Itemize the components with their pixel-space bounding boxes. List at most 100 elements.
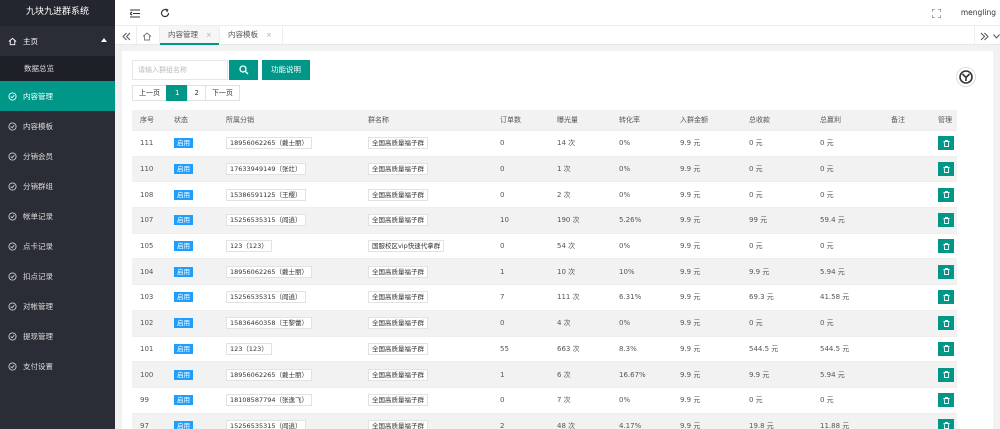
cell-value: 全国高质量福子群: [368, 137, 428, 150]
cell-value: 0: [500, 139, 505, 148]
refresh-icon[interactable]: [159, 7, 171, 19]
cell-profit: 59.4 元: [820, 208, 845, 233]
header-cell: 转化率: [619, 116, 640, 124]
delete-button[interactable]: [938, 187, 954, 202]
close-icon[interactable]: ×: [266, 31, 272, 39]
page-1-button[interactable]: 1: [166, 85, 189, 101]
sidebar-item-payment-settings[interactable]: 支付设置: [0, 351, 115, 381]
cell-dist: 15256535315（阎逍）: [226, 414, 306, 429]
tab-content-template[interactable]: 内容模板 ×: [220, 26, 282, 45]
cell-value: 18956062265（戴士丽）: [226, 137, 312, 150]
collapse-menu-icon[interactable]: [129, 7, 141, 19]
close-icon[interactable]: ×: [206, 31, 212, 39]
delete-button[interactable]: [938, 418, 954, 429]
check-circle-icon: [8, 91, 17, 101]
sidebar-item-deduct-records[interactable]: 扣点记录: [0, 261, 115, 291]
tab-content-manage[interactable]: 内容管理 ×: [160, 26, 219, 45]
cell-dist: 15836460358（王黎蕾）: [226, 311, 312, 336]
cell-id: 103: [140, 285, 153, 310]
cell-value: 14 次: [557, 139, 576, 148]
chevron-down-icon[interactable]: [992, 30, 1000, 42]
page-2-button[interactable]: 2: [187, 85, 206, 101]
check-circle-icon: [8, 331, 17, 341]
cell-value: 9.9 元: [680, 190, 701, 199]
sidebar-item-card-records[interactable]: 点卡记录: [0, 231, 115, 261]
cell-views: 2 次: [557, 182, 571, 207]
sidebar-item-home[interactable]: 主页: [0, 26, 115, 56]
cell-value: 9.9 元: [680, 216, 701, 225]
cell-value: 544.5 元: [749, 344, 779, 353]
cell-income: 69.3 元: [749, 285, 774, 310]
cell-status: 启用: [174, 311, 193, 336]
sidebar-item-label: 提现管理: [23, 331, 53, 341]
trash-icon: [943, 345, 949, 353]
cell-orders: 2: [500, 414, 504, 429]
prev-page-button[interactable]: 上一页: [132, 85, 167, 101]
delete-button[interactable]: [938, 367, 954, 382]
sidebar-item-withdraw[interactable]: 提现管理: [0, 321, 115, 351]
help-button[interactable]: 功能说明: [262, 60, 310, 80]
cell-views: 54 次: [557, 234, 575, 259]
home-icon: [8, 37, 17, 46]
cell-value: 123（123）: [226, 240, 272, 253]
cell-manage: [938, 182, 954, 207]
cell-group: 全国高质量福子群: [368, 388, 428, 413]
search-input[interactable]: 请输入群组名称: [132, 60, 228, 80]
check-circle-icon: [8, 211, 17, 221]
table-row: 103 启用 15256535315（阎逍） 全国高质量福子群 7 111 次 6.31% 9…: [132, 285, 957, 311]
cell-value: 99 元: [749, 216, 768, 225]
cell-orders: 0: [500, 234, 504, 259]
search-button[interactable]: [229, 60, 258, 80]
sidebar-item-overview[interactable]: 数据总览: [0, 56, 115, 81]
sidebar-item-reconcile[interactable]: 对帐管理: [0, 291, 115, 321]
cell-rate: 0%: [619, 388, 630, 413]
cell-value: 0%: [619, 139, 631, 148]
double-chevron-right-icon[interactable]: [978, 30, 990, 42]
status-badge: 启用: [174, 318, 193, 329]
cell-value: 10: [500, 216, 509, 225]
user-menu[interactable]: mengling: [961, 8, 996, 17]
delete-button[interactable]: [938, 213, 954, 228]
delete-button[interactable]: [938, 290, 954, 305]
cell-group: 全国高质量福子群: [368, 285, 428, 310]
delete-button[interactable]: [938, 393, 954, 408]
cell-value: 1: [500, 267, 505, 276]
tab-label: 内容模板: [228, 30, 258, 39]
delete-button[interactable]: [938, 136, 954, 151]
sidebar-item-bills[interactable]: 帐单记录: [0, 201, 115, 231]
cell-price: 9.9 元: [680, 285, 700, 310]
fullscreen-icon[interactable]: [930, 7, 942, 19]
sidebar-item-label: 分销会员: [23, 151, 53, 161]
brand-logo-icon: [956, 67, 976, 87]
double-chevron-left-icon[interactable]: [120, 30, 132, 42]
cell-value: 16.67%: [619, 370, 646, 379]
cell-value: 104: [140, 267, 154, 276]
sidebar-item-content-template[interactable]: 内容模板: [0, 111, 115, 141]
delete-button[interactable]: [938, 162, 954, 177]
status-badge: 启用: [174, 266, 193, 277]
header-cell: 所属分销: [226, 116, 254, 124]
status-badge: 启用: [174, 215, 193, 226]
cell-value: 190 次: [557, 216, 580, 225]
cell-value: 18108587794（张逸飞）: [226, 394, 312, 407]
delete-button[interactable]: [938, 239, 954, 254]
sidebar-item-content-manage[interactable]: 内容管理: [0, 81, 115, 111]
cell-price: 9.9 元: [680, 131, 700, 156]
home-tab-icon[interactable]: [141, 30, 153, 42]
delete-button[interactable]: [938, 264, 954, 279]
sidebar-item-members[interactable]: 分销会员: [0, 141, 115, 171]
search-icon: [238, 65, 248, 75]
delete-button[interactable]: [938, 316, 954, 331]
cell-group: 全国高质量福子群: [368, 414, 428, 429]
cell-price: 9.9 元: [680, 311, 700, 336]
next-page-button[interactable]: 下一页: [204, 85, 240, 101]
trash-icon: [943, 268, 949, 276]
cell-status: 启用: [174, 414, 193, 429]
cell-value: 10%: [619, 267, 635, 276]
cell-value: 15256535315（阎逍）: [226, 214, 306, 227]
cell-status: 启用: [174, 182, 193, 207]
sidebar-item-groups[interactable]: 分销群组: [0, 171, 115, 201]
cell-rate: 10%: [619, 259, 635, 284]
cell-rate: 0%: [619, 234, 630, 259]
delete-button[interactable]: [938, 341, 954, 356]
